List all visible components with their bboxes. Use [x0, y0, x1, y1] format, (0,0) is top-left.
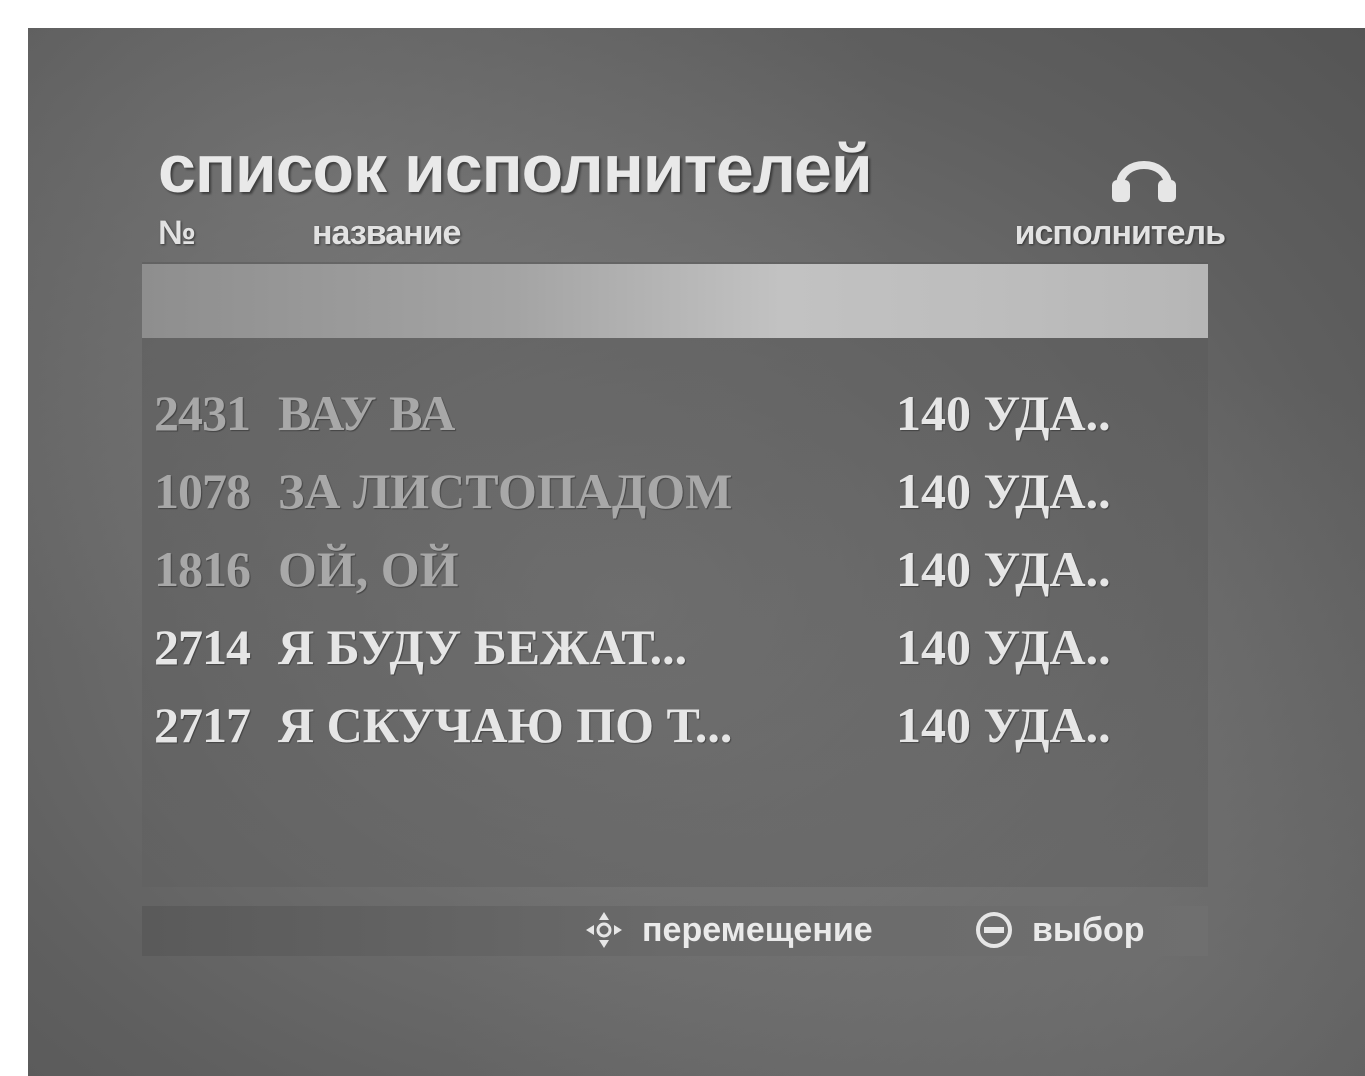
headphones-icon: [1112, 161, 1176, 202]
page-title: список исполнителей: [158, 131, 873, 207]
list-item[interactable]: 2717 Я СКУЧАЮ ПО Т... 140 УДА..: [154, 696, 1194, 756]
column-header-artist: исполнитель: [1014, 214, 1226, 252]
song-artist: 140 УДА..: [896, 697, 1111, 753]
song-artist: 140 УДА..: [896, 541, 1111, 597]
song-number: 2714: [154, 619, 251, 675]
enter-icon: [976, 912, 1012, 948]
song-title: Я СКУЧАЮ ПО Т...: [278, 697, 733, 753]
column-header-number: №: [158, 214, 196, 252]
song-number: 2431: [154, 385, 251, 441]
song-number: 1078: [154, 463, 251, 519]
footer-select-hint: выбор: [972, 908, 1144, 952]
song-artist: 140 УДА..: [896, 463, 1111, 519]
column-header-name: название: [312, 214, 461, 252]
song-title: Я БУДУ БЕЖАТ...: [278, 619, 688, 675]
list-item[interactable]: 2431 ВАУ ВА 140 УДА..: [154, 384, 1194, 444]
song-title: ОЙ, ОЙ: [278, 541, 459, 597]
list-item[interactable]: 2714 Я БУДУ БЕЖАТ... 140 УДА..: [154, 618, 1194, 678]
song-number: 1816: [154, 541, 251, 597]
selection-highlight[interactable]: [142, 264, 1208, 338]
list-item[interactable]: 1078 ЗА ЛИСТОПАДОМ 140 УДА..: [154, 462, 1194, 522]
song-number: 2717: [154, 697, 251, 753]
footer-move-label: перемещение: [642, 910, 873, 949]
dpad-icon: [586, 912, 622, 948]
list-item[interactable]: 1816 ОЙ, ОЙ 140 УДА..: [154, 540, 1194, 600]
song-title: ЗА ЛИСТОПАДОМ: [278, 463, 733, 519]
footer-move-hint: перемещение: [582, 908, 873, 952]
song-artist: 140 УДА..: [896, 385, 1111, 441]
song-title: ВАУ ВА: [278, 385, 456, 441]
song-artist: 140 УДА..: [896, 619, 1111, 675]
footer-select-label: выбор: [1032, 910, 1145, 949]
